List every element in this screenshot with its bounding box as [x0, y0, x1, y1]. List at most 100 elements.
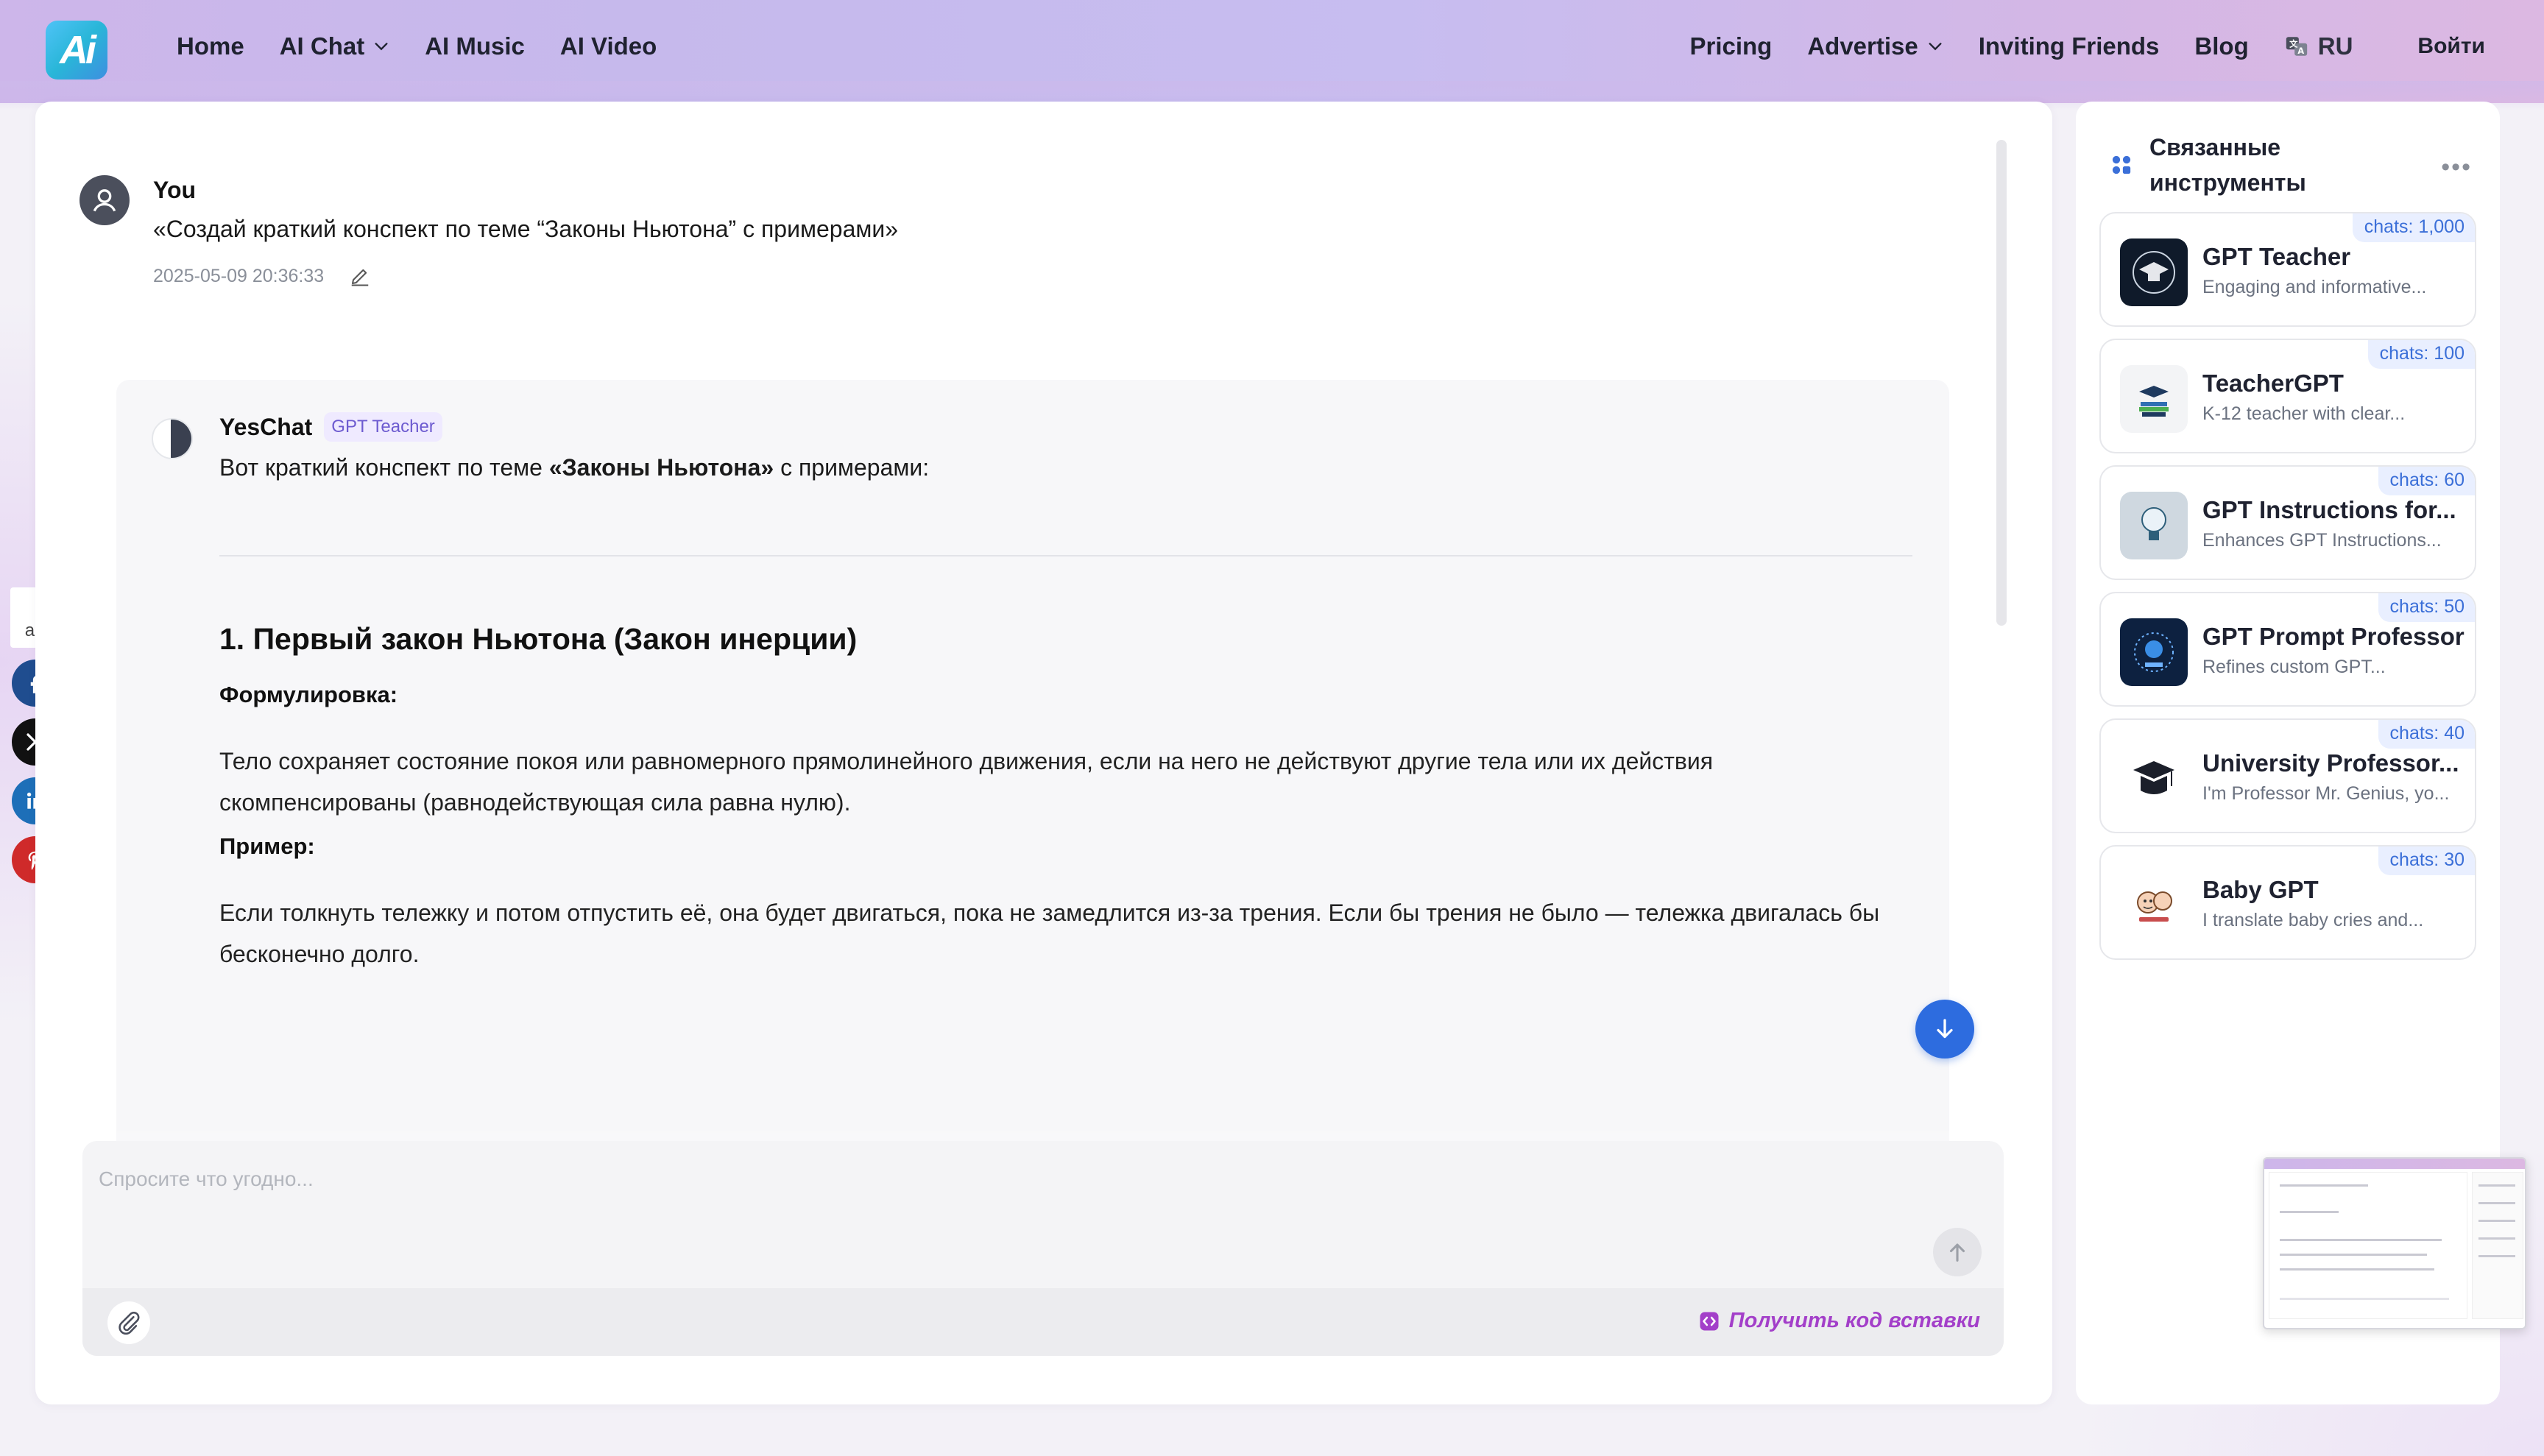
more-options-icon[interactable]: •••	[2441, 153, 2472, 182]
preview-line	[2280, 1184, 2368, 1187]
tool-card-baby-gpt[interactable]: chats: 30 Baby GPT I translate baby crie…	[2099, 845, 2476, 960]
nav-inviting-friends[interactable]: Inviting Friends	[1979, 32, 2160, 60]
message-composer: Получить код вставки	[82, 1141, 2004, 1356]
screenshot-preview-thumbnail[interactable]	[2263, 1157, 2526, 1329]
nav-ai-music[interactable]: AI Music	[425, 32, 525, 60]
send-button[interactable]	[1933, 1228, 1982, 1276]
assistant-name: YesChat	[219, 414, 313, 440]
tool-name: Baby GPT	[2202, 876, 2319, 903]
mortarboard-icon	[2133, 761, 2174, 794]
tool-thumbnail	[2120, 618, 2188, 686]
tool-chats-count: chats: 40	[2378, 720, 2475, 749]
baby-face-icon	[2137, 891, 2172, 922]
preview-line	[2280, 1211, 2339, 1213]
arrow-up-icon	[1949, 1243, 1965, 1262]
intro-text-end: с примерами:	[774, 454, 930, 481]
preview-line	[2280, 1298, 2449, 1300]
preview-line	[2478, 1202, 2515, 1204]
formulation-text: Тело сохраняет состояние покоя или равно…	[219, 748, 1714, 816]
tool-name: University Professor...	[2202, 749, 2459, 777]
language-label: RU	[2317, 32, 2353, 60]
tool-card-university-professor[interactable]: chats: 40 University Professor... I'm Pr…	[2099, 718, 2476, 833]
nav-inviting-friends-label: Inviting Friends	[1978, 32, 2160, 60]
preview-line	[2478, 1237, 2515, 1240]
assistant-badge[interactable]: GPT Teacher	[324, 412, 442, 442]
chat-panel: You «Создай краткий конспект по теме “За…	[35, 102, 2052, 1404]
books-icon	[2139, 386, 2169, 417]
tool-description: Refines custom GPT...	[2202, 657, 2386, 677]
nav-advertise[interactable]: Advertise	[1807, 32, 1943, 60]
content-divider	[219, 555, 1912, 556]
tool-chats-count: chats: 30	[2378, 847, 2475, 875]
primary-nav: Home AI Chat AI Music AI Video	[177, 32, 657, 60]
section-heading: 1. Первый закон Ньютона (Закон инерции)	[219, 622, 858, 656]
tool-card-gpt-instructions[interactable]: chats: 60 GPT Instructions for... Enhanc…	[2099, 465, 2476, 580]
site-logo[interactable]: Ai	[46, 21, 107, 79]
tool-name: GPT Instructions for...	[2202, 496, 2456, 523]
scroll-to-bottom-button[interactable]	[1915, 1000, 1974, 1059]
tool-chats-count: chats: 50	[2378, 593, 2475, 622]
language-switcher[interactable]: 文 A RU	[2284, 32, 2353, 60]
user-message: You «Создай краткий конспект по теме “За…	[80, 175, 1920, 287]
tool-name: GPT Teacher	[2202, 243, 2351, 270]
tool-card-gpt-prompt-professor[interactable]: chats: 50 GPT Prompt Professor Refines c…	[2099, 592, 2476, 707]
nav-pricing-label: Pricing	[1689, 32, 1773, 60]
attach-button[interactable]	[107, 1301, 150, 1344]
nav-ai-chat[interactable]: AI Chat	[280, 32, 390, 60]
tool-card-gpt-teacher[interactable]: chats: 1,000 GPT Teacher Engaging and in…	[2099, 212, 2476, 327]
nav-ai-video[interactable]: AI Video	[560, 32, 657, 60]
tool-chats-count: chats: 100	[2367, 340, 2475, 369]
user-icon	[93, 189, 116, 212]
code-icon	[1700, 1312, 1719, 1330]
nav-blog[interactable]: Blog	[2194, 32, 2248, 60]
tool-name: GPT Prompt Professor	[2202, 623, 2464, 650]
edit-icon[interactable]	[349, 265, 371, 287]
composer-toolbar: Получить код вставки	[82, 1288, 2004, 1356]
top-header: Ai Home AI Chat AI Music AI Video Pricin…	[0, 0, 2544, 110]
lightbulb-icon	[2141, 507, 2166, 540]
tool-description: I'm Professor Mr. Genius, yo...	[2202, 783, 2450, 804]
tool-description: K-12 teacher with clear...	[2202, 403, 2406, 424]
preview-main	[2269, 1172, 2467, 1319]
tool-name: TeacherGPT	[2202, 370, 2344, 397]
chat-input[interactable]	[99, 1157, 1865, 1201]
message-timestamp: 2025-05-09 20:36:33	[153, 265, 325, 286]
nav-blog-label: Blog	[2194, 32, 2249, 60]
user-message-meta: 2025-05-09 20:36:33	[153, 265, 1920, 287]
user-name: You	[153, 177, 197, 203]
tool-chats-count: chats: 60	[2378, 467, 2475, 495]
preview-line	[2280, 1268, 2434, 1271]
nav-ai-chat-label: AI Chat	[279, 32, 365, 60]
tool-chats-count: chats: 1,000	[2352, 213, 2475, 242]
apps-grid-icon	[2112, 155, 2131, 174]
get-embed-code-link[interactable]: Получить код вставки	[1698, 1309, 1980, 1333]
tool-description: I translate baby cries and...	[2202, 910, 2424, 930]
intro-text-start: Вот краткий конспект по теме	[219, 454, 549, 481]
formulation-label: Формулировка:	[219, 682, 398, 707]
preview-line	[2478, 1220, 2515, 1222]
login-label: Войти	[2417, 34, 2485, 58]
user-avatar	[80, 175, 130, 225]
nav-pricing[interactable]: Pricing	[1689, 32, 1772, 60]
intro-text-bold: «Законы Ньютона»	[548, 454, 774, 481]
preview-header	[2264, 1159, 2525, 1169]
nav-home-label: Home	[177, 32, 244, 60]
nav-advertise-label: Advertise	[1807, 32, 1918, 60]
tool-thumbnail	[2120, 238, 2188, 306]
tool-thumbnail	[2120, 872, 2188, 939]
preview-line	[2280, 1239, 2442, 1241]
preview-side	[2472, 1172, 2523, 1319]
translate-icon: 文 A	[2286, 37, 2307, 56]
chat-scrollbar[interactable]	[1996, 140, 2007, 626]
tool-card-teachergpt[interactable]: chats: 100 TeacherGPT K-12 teacher with …	[2099, 339, 2476, 453]
nav-ai-video-label: AI Video	[559, 32, 657, 60]
tool-thumbnail	[2120, 492, 2188, 559]
svg-text:A: A	[2297, 46, 2304, 56]
related-tools-header: Связанные инструменты •••	[2111, 116, 2472, 197]
login-button[interactable]: Войти	[2417, 34, 2485, 59]
nav-home[interactable]: Home	[177, 32, 244, 60]
tool-description: Enhances GPT Instructions...	[2202, 530, 2442, 551]
preview-line	[2478, 1184, 2515, 1187]
arrow-down-icon	[1937, 1019, 1953, 1039]
nav-ai-music-label: AI Music	[425, 32, 525, 60]
